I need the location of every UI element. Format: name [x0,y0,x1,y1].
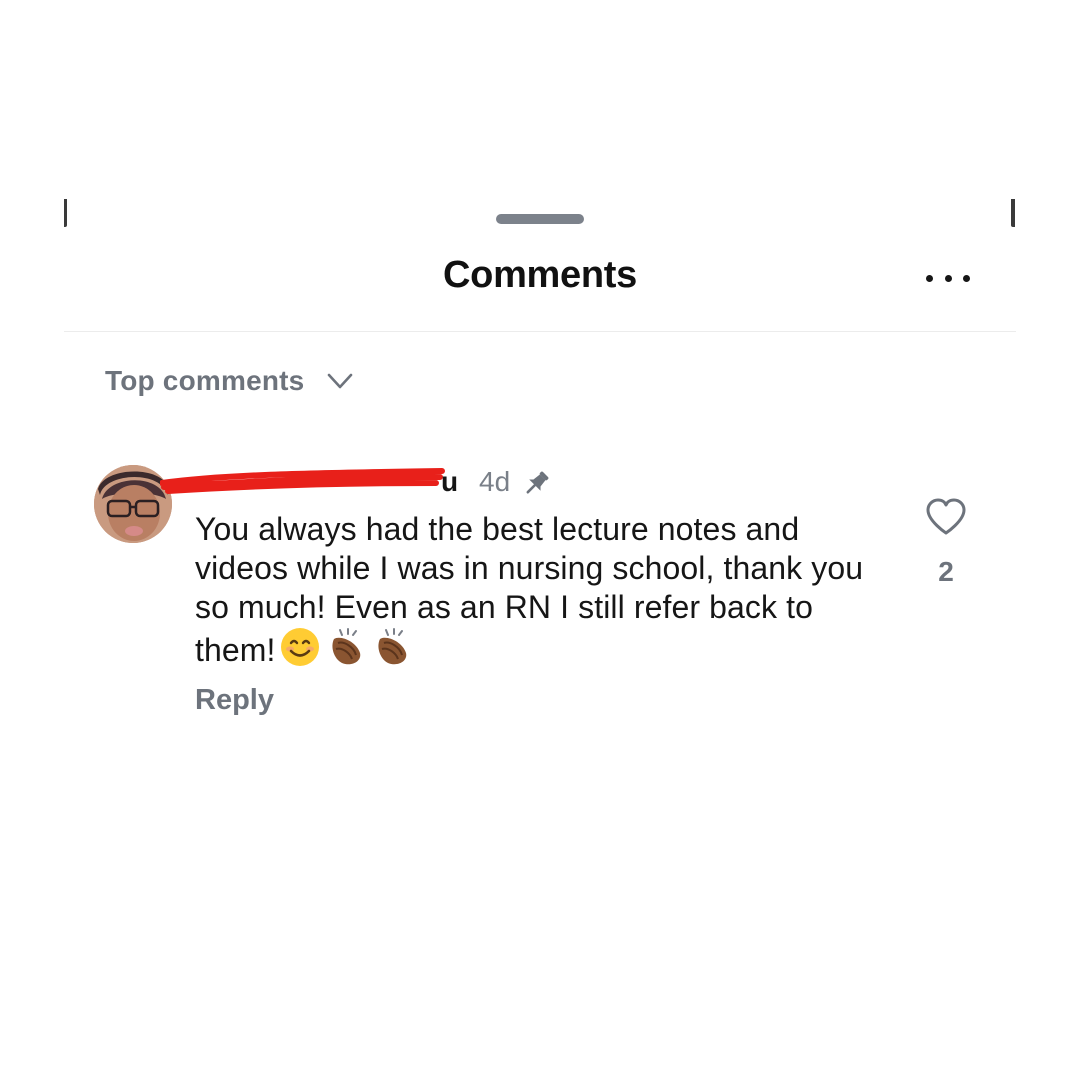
ellipsis-icon-dot [926,274,933,282]
comment-timestamp: 4d [479,466,511,497]
smiling-face-emoji [280,627,320,667]
reply-button[interactable]: Reply [195,684,274,717]
like-count: 2 [938,556,954,587]
sort-label: Top comments [105,365,305,396]
commenter-username[interactable]: u [441,466,458,500]
sheet-corner-left [64,199,67,227]
sort-dropdown[interactable]: Top comments [105,362,354,400]
comment-body: You always had the best lecture notes an… [195,510,885,670]
sheet-title: Comments [443,254,637,296]
sheet-grabber-handle[interactable] [496,214,584,224]
chevron-down-icon [328,373,353,389]
heart-outline-icon[interactable] [925,497,967,537]
pin-icon [526,471,549,494]
header-divider [64,331,1016,332]
ellipsis-icon-dot [963,274,970,282]
sheet-corner-right [1011,199,1015,227]
clapping-hands-emoji [372,627,412,667]
username-redaction-scribble [160,468,445,494]
more-options-button[interactable] [926,272,970,284]
ellipsis-icon-dot [944,274,952,282]
clapping-hands-emoji [326,627,366,667]
comment-emojis [280,627,412,667]
